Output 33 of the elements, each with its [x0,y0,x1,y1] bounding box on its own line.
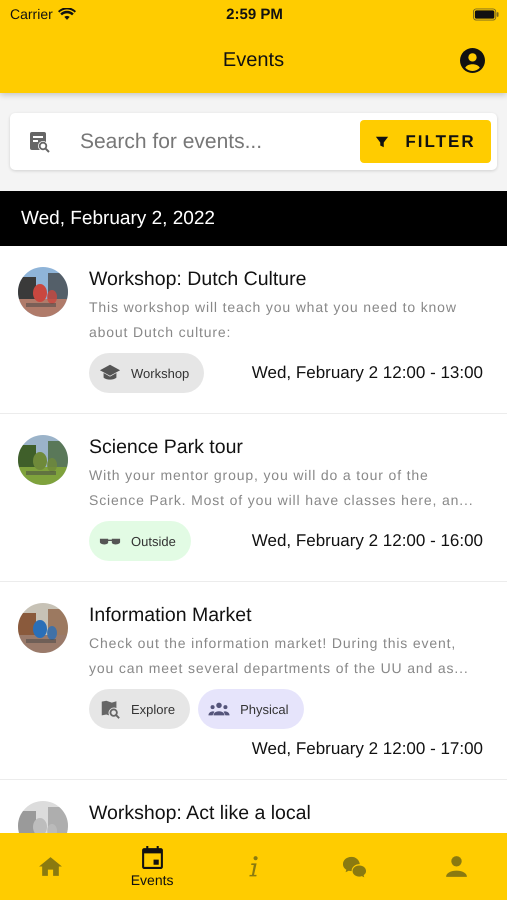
event-time: Wed, February 2 12:00 - 16:00 [252,531,483,551]
category-tag: Outside [89,521,191,561]
sunglasses-icon [99,538,121,544]
person-icon [444,854,469,879]
event-time: Wed, February 2 12:00 - 13:00 [252,363,483,383]
category-tag: Physical [198,689,304,729]
account-icon[interactable] [460,48,485,73]
battery-icon [472,8,499,20]
chat-bubbles-icon [342,854,368,879]
event-description: With your mentor group, you will do a tour of the Science Park. Most of you will have classes here, an... [89,466,474,510]
event-title: Workshop: Dutch Culture [89,267,308,291]
category-tag: Workshop [89,353,204,393]
event-description: This workshop will teach you what you need to know about Dutch culture: [89,298,458,342]
event-description: Check out the information market! During this event, you can meet several departments of the UU and as... [89,634,470,678]
event-time: Wed, February 2 12:00 - 17:00 [252,739,483,759]
search-field[interactable]: Search for events... FILTER [10,113,497,170]
filter-icon [375,134,390,148]
map-search-icon [99,698,121,720]
carrier-label: Carrier [10,6,53,22]
category-tag: Explore [89,689,190,729]
event-item[interactable]: Information Market Check out the information market! During this event, you can meet several departments of the UU and as... Explore Physical Wed, February 2 12:00 - 17:00 [0,582,507,780]
search-icon [28,130,52,154]
calendar-icon [140,845,165,870]
date-label: Wed, February 2, 2022 [21,208,215,230]
clock-time: 2:59 PM [226,6,283,22]
event-title: Workshop: Act like a local [89,801,312,825]
event-item[interactable]: Science Park tour With your mentor group, you will do a tour of the Science Park. Most of you will have classes here, an... Outside Wed, February 2 12:00 - 16:00 [0,414,507,582]
event-item[interactable]: Workshop: Dutch Culture This workshop will teach you what you need to know about Dutch culture: Workshop Wed, February 2 12:00 - 13:00 [0,246,507,414]
filter-button[interactable]: FILTER [360,120,491,163]
page-title: Events [222,49,284,72]
wifi-icon [58,8,76,20]
event-title: Information Market [89,603,253,627]
event-title: Science Park tour [89,435,244,459]
